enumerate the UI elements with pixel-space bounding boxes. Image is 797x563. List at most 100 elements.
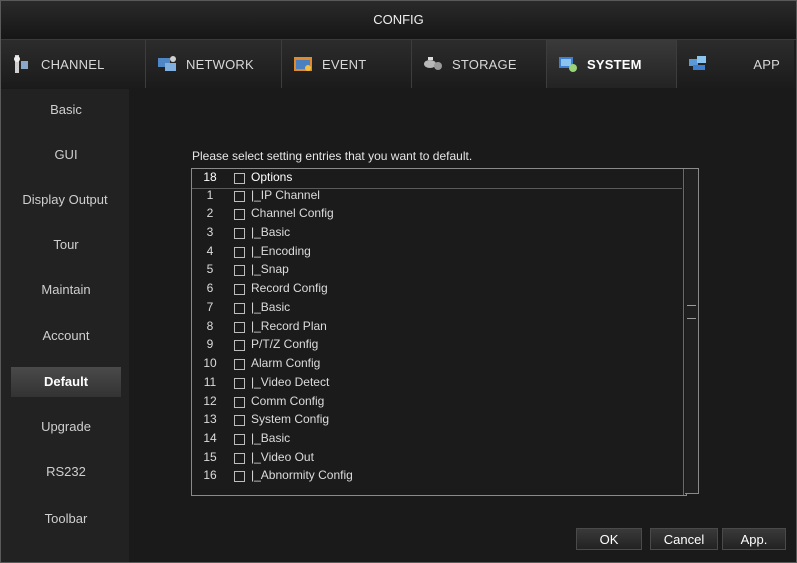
- row-number: 3: [206, 225, 214, 239]
- row-checkbox[interactable]: [234, 359, 245, 370]
- row-checkbox[interactable]: [234, 434, 245, 445]
- row-number: 13: [203, 412, 217, 426]
- row-label: |_Record Plan: [251, 319, 327, 333]
- row-number: 6: [206, 281, 214, 295]
- row-number: 10: [203, 356, 217, 370]
- row-number: 1: [206, 188, 214, 202]
- list-item[interactable]: 14 |_Basic: [192, 431, 682, 449]
- row-label: |_Video Out: [251, 450, 314, 464]
- row-checkbox[interactable]: [234, 191, 245, 202]
- row-number: 7: [206, 300, 214, 314]
- row-number: 16: [203, 468, 217, 482]
- row-checkbox[interactable]: [234, 397, 245, 408]
- list-item[interactable]: 9 P/T/Z Config: [192, 337, 682, 355]
- tab-label: EVENT: [322, 56, 367, 72]
- tab-label: NETWORK: [186, 56, 254, 72]
- ok-button[interactable]: OK: [576, 528, 642, 550]
- row-label: |_Basic: [251, 225, 291, 239]
- list-item[interactable]: 11 |_Video Detect: [192, 375, 682, 393]
- row-label: Record Config: [251, 281, 328, 295]
- row-label: |_Video Detect: [251, 375, 330, 389]
- default-options-list: 18 Options 1 |_IP Channel 2 Channel Config…: [191, 168, 687, 496]
- list-divider: [683, 169, 684, 495]
- row-checkbox[interactable]: [234, 303, 245, 314]
- list-item[interactable]: 10 Alarm Config: [192, 356, 682, 374]
- row-checkbox[interactable]: [234, 209, 245, 220]
- storage-icon: [422, 53, 444, 75]
- sidebar-item-tour[interactable]: Tour: [11, 230, 121, 260]
- list-item[interactable]: 2 Channel Config: [192, 206, 682, 224]
- list-header: 18 Options: [192, 170, 682, 189]
- tab-label: STORAGE: [452, 56, 517, 72]
- options-header-label: Options: [251, 170, 293, 184]
- network-icon: [156, 53, 178, 75]
- sidebar-item-display-output[interactable]: Display Output: [1, 185, 129, 215]
- row-number: 8: [206, 319, 214, 333]
- row-number: 9: [206, 337, 214, 351]
- list-item[interactable]: 5 |_Snap: [192, 262, 682, 280]
- row-label: |_Basic: [251, 300, 291, 314]
- row-checkbox[interactable]: [234, 415, 245, 426]
- sidebar-item-toolbar[interactable]: Toolbar: [11, 504, 121, 534]
- scrollbar-thumb[interactable]: [687, 305, 696, 319]
- row-checkbox[interactable]: [234, 247, 245, 258]
- select-all-checkbox[interactable]: [234, 173, 245, 184]
- tab-system[interactable]: SYSTEM: [547, 40, 677, 88]
- row-number: 14: [203, 431, 217, 445]
- row-label: P/T/Z Config: [251, 337, 319, 351]
- row-checkbox[interactable]: [234, 284, 245, 295]
- list-item[interactable]: 6 Record Config: [192, 281, 682, 299]
- row-checkbox[interactable]: [234, 453, 245, 464]
- list-item[interactable]: 12 Comm Config: [192, 394, 682, 412]
- row-checkbox[interactable]: [234, 378, 245, 389]
- sidebar-item-default[interactable]: Default: [11, 367, 121, 397]
- tab-channel[interactable]: CHANNEL: [1, 40, 146, 88]
- row-label: System Config: [251, 412, 330, 426]
- tab-network[interactable]: NETWORK: [146, 40, 282, 88]
- instruction-text: Please select setting entries that you w…: [192, 149, 473, 163]
- tab-event[interactable]: EVENT: [282, 40, 412, 88]
- list-item[interactable]: 15 |_Video Out: [192, 450, 682, 468]
- row-number: 4: [206, 244, 214, 258]
- row-number: 2: [206, 206, 214, 220]
- row-number: 5: [206, 262, 214, 276]
- sidebar-item-rs232[interactable]: RS232: [11, 457, 121, 487]
- row-checkbox[interactable]: [234, 265, 245, 276]
- list-item[interactable]: 4 |_Encoding: [192, 244, 682, 262]
- list-item[interactable]: 16 |_Abnormity Config: [192, 468, 682, 486]
- tab-label: CHANNEL: [41, 56, 105, 72]
- row-number: 11: [203, 375, 217, 389]
- sidebar-item-maintain[interactable]: Maintain: [11, 275, 121, 305]
- app-icon: [687, 53, 709, 75]
- row-label: |_Abnormity Config: [251, 468, 353, 482]
- row-label: Channel Config: [251, 206, 334, 220]
- row-checkbox[interactable]: [234, 340, 245, 351]
- row-label: |_Encoding: [251, 244, 311, 258]
- list-item[interactable]: 3 |_Basic: [192, 225, 682, 243]
- row-number: 12: [203, 394, 217, 408]
- list-item[interactable]: 13 System Config: [192, 412, 682, 430]
- sidebar-item-basic[interactable]: Basic: [11, 95, 121, 125]
- list-scrollbar[interactable]: [685, 168, 699, 494]
- sidebar-item-upgrade[interactable]: Upgrade: [11, 412, 121, 442]
- row-checkbox[interactable]: [234, 471, 245, 482]
- tab-storage[interactable]: STORAGE: [412, 40, 547, 88]
- sidebar-item-account[interactable]: Account: [11, 321, 121, 351]
- row-label: Alarm Config: [251, 356, 321, 370]
- window-title: CONFIG: [1, 1, 796, 40]
- row-label: |_Basic: [251, 431, 291, 445]
- event-icon: [292, 53, 314, 75]
- apply-button[interactable]: App.: [722, 528, 786, 550]
- row-label: |_IP Channel: [251, 188, 320, 202]
- list-item[interactable]: 1 |_IP Channel: [192, 188, 682, 206]
- list-item[interactable]: 8 |_Record Plan: [192, 319, 682, 337]
- tab-app[interactable]: APP: [677, 40, 794, 88]
- row-checkbox[interactable]: [234, 228, 245, 239]
- row-label: |_Snap: [251, 262, 289, 276]
- tab-label: SYSTEM: [587, 56, 642, 72]
- sidebar-item-gui[interactable]: GUI: [11, 140, 121, 170]
- cancel-button[interactable]: Cancel: [650, 528, 718, 550]
- config-window: CONFIG CHANNEL NETWORK EVENT STORAGE SYS…: [0, 0, 797, 563]
- list-item[interactable]: 7 |_Basic: [192, 300, 682, 318]
- row-checkbox[interactable]: [234, 322, 245, 333]
